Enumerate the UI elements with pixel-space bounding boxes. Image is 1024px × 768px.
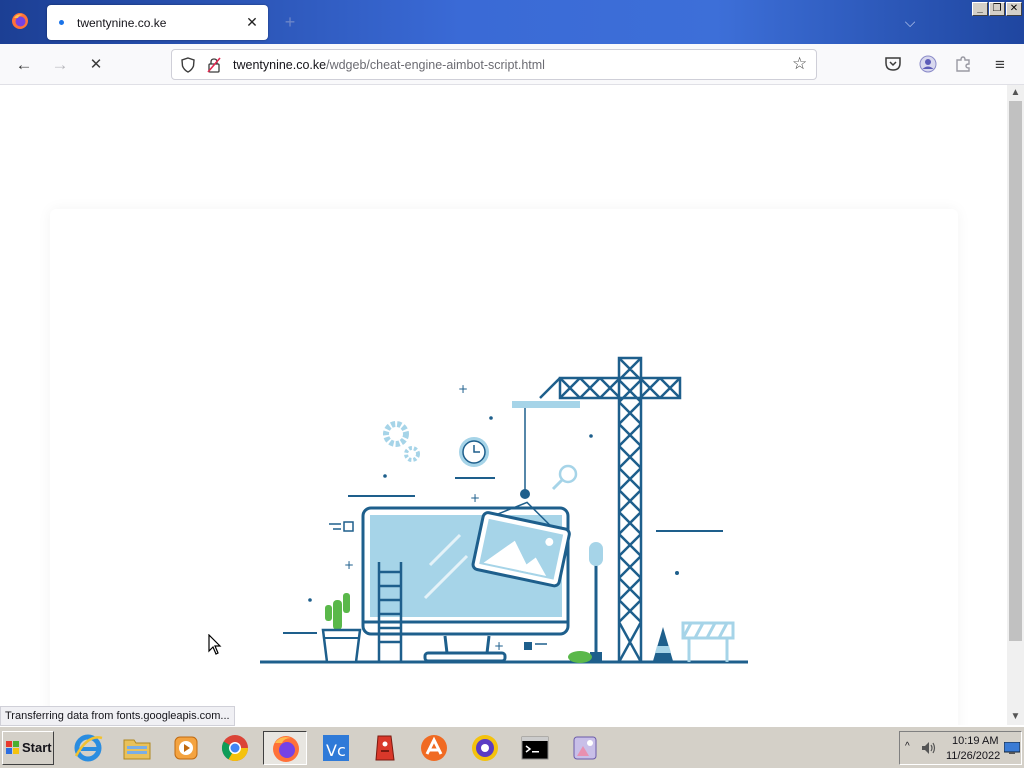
- url-host: twentynine.co.ke: [233, 58, 327, 72]
- stop-loading-button[interactable]: ✕: [83, 52, 109, 78]
- red-app-icon: [375, 735, 395, 761]
- app-menu-button[interactable]: ≡: [987, 52, 1013, 78]
- show-hidden-icons-button[interactable]: ^: [905, 741, 910, 752]
- scroll-up-button[interactable]: ▲: [1007, 85, 1024, 101]
- taskbar-avast[interactable]: [412, 731, 456, 765]
- loading-indicator-icon: [59, 20, 64, 25]
- back-button[interactable]: ←: [11, 52, 37, 78]
- svg-text:+: +: [470, 491, 480, 505]
- title-bar: twentynine.co.ke ✕ + ⌵ _ ❐ ✕: [0, 0, 1024, 44]
- vscode-icon: Vc: [323, 735, 349, 761]
- taskbar-image-viewer[interactable]: [563, 731, 607, 765]
- taskbar-internet-explorer[interactable]: [66, 731, 110, 765]
- extensions-icon[interactable]: [953, 54, 973, 74]
- firefox-icon: [273, 736, 299, 762]
- url-bar[interactable]: twentynine.co.ke/wdgeb/cheat-engine-aimb…: [171, 49, 817, 80]
- media-player-icon: [174, 736, 198, 760]
- svg-text:+: +: [494, 639, 504, 653]
- windows-logo-icon: [6, 741, 19, 754]
- avast-icon: [421, 735, 447, 761]
- taskbar-file-explorer[interactable]: [115, 731, 159, 765]
- image-viewer-icon: [573, 736, 597, 760]
- scroll-thumb[interactable]: [1009, 101, 1022, 641]
- taskbar-red-app[interactable]: [363, 731, 407, 765]
- tab-title: twentynine.co.ke: [77, 16, 167, 30]
- taskbar-media-player[interactable]: [164, 731, 208, 765]
- page-content: + + + +: [0, 85, 1007, 725]
- pocket-icon[interactable]: [883, 54, 903, 74]
- account-icon[interactable]: [918, 54, 938, 74]
- bookmark-star-icon[interactable]: ☆: [792, 55, 810, 73]
- status-text: Transferring data from fonts.googleapis.…: [0, 706, 235, 726]
- taskbar: Start Vc ^ 10:19 AM 11/26/2022: [0, 726, 1024, 768]
- navigation-toolbar: ← → ✕ twentynine.co.ke/wdgeb/cheat-engin…: [0, 44, 1024, 85]
- volume-icon[interactable]: [920, 740, 938, 756]
- start-button[interactable]: Start: [2, 731, 54, 765]
- internet-explorer-icon: [74, 734, 103, 762]
- list-all-tabs-button[interactable]: ⌵: [900, 12, 920, 32]
- url-path: /wdgeb/cheat-engine-aimbot-script.html: [326, 58, 545, 72]
- taskbar-vscode[interactable]: Vc: [314, 731, 358, 765]
- system-tray: ^ 10:19 AM 11/26/2022: [899, 731, 1022, 765]
- firefox-menu-icon[interactable]: [11, 12, 29, 30]
- mouse-cursor-icon: [208, 634, 222, 655]
- taskbar-command-prompt[interactable]: [513, 731, 557, 765]
- scroll-down-button[interactable]: ▼: [1007, 709, 1024, 725]
- restore-button[interactable]: ❐: [989, 2, 1005, 16]
- secureline-icon: [472, 735, 498, 761]
- command-prompt-icon: [521, 736, 549, 760]
- new-tab-button[interactable]: +: [280, 12, 300, 32]
- clock-time[interactable]: 10:19 AM: [952, 735, 998, 747]
- svg-text:+: +: [458, 382, 468, 396]
- insecure-lock-icon[interactable]: [206, 57, 222, 73]
- tab-active[interactable]: twentynine.co.ke ✕: [47, 5, 268, 40]
- show-desktop-icon[interactable]: [1004, 742, 1020, 754]
- minimize-button[interactable]: _: [972, 2, 988, 16]
- taskbar-avast-secureline[interactable]: [463, 731, 507, 765]
- vertical-scrollbar[interactable]: ▲ ▼: [1007, 85, 1024, 725]
- close-window-button[interactable]: ✕: [1006, 2, 1022, 16]
- forward-button[interactable]: →: [47, 52, 73, 78]
- close-tab-button[interactable]: ✕: [243, 13, 261, 31]
- chrome-icon: [221, 735, 249, 762]
- taskbar-chrome[interactable]: [213, 731, 257, 765]
- start-label: Start: [22, 740, 52, 755]
- svg-text:+: +: [344, 558, 354, 572]
- tracking-protection-shield-icon[interactable]: [180, 57, 196, 73]
- folder-icon: [123, 739, 151, 760]
- svg-text:Vc: Vc: [326, 741, 346, 760]
- url-text[interactable]: twentynine.co.ke/wdgeb/cheat-engine-aimb…: [233, 58, 545, 72]
- clock-date[interactable]: 11/26/2022: [946, 750, 1000, 762]
- under-construction-illustration: + + + +: [260, 356, 748, 664]
- taskbar-firefox[interactable]: [263, 731, 307, 765]
